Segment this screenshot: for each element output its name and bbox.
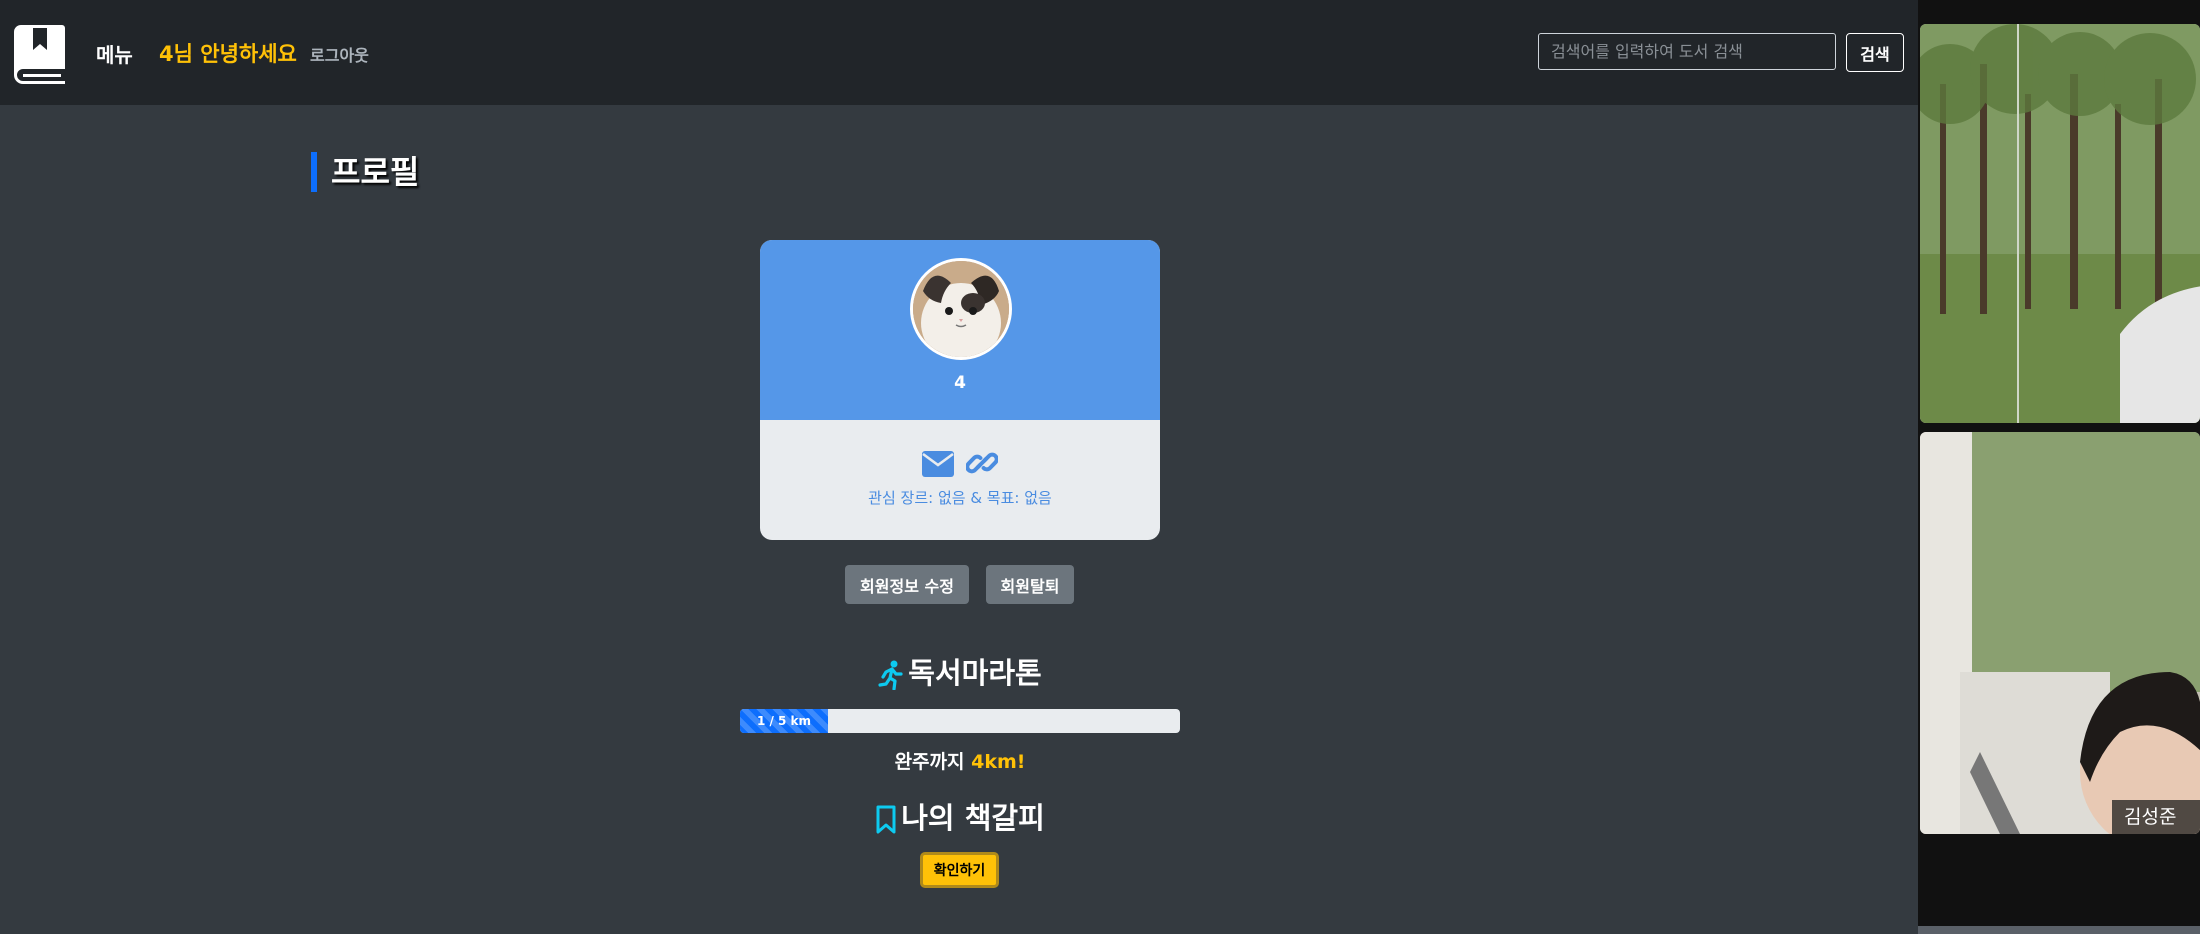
bookmark-heading: 나의 책갈피: [760, 795, 1160, 837]
edit-profile-button[interactable]: 회원정보 수정: [845, 565, 969, 604]
video-tile-1[interactable]: [1920, 24, 2200, 423]
video-tile-2[interactable]: 김성준: [1920, 432, 2200, 834]
bookmark-confirm-button[interactable]: 확인하기: [920, 852, 999, 888]
link-icon[interactable]: [966, 447, 998, 479]
participant-name-tag: 김성준: [2112, 800, 2200, 834]
nav-greeting: 4님 안녕하세요: [159, 42, 297, 66]
remain-value: 4km!: [971, 751, 1026, 773]
running-person-icon: [878, 660, 903, 691]
profile-card: 4 관심 장르: 없음 & 목표: 없음: [760, 240, 1160, 540]
profile-info: 관심 장르: 없음 & 목표: 없음: [868, 489, 1052, 507]
profile-username: 4: [954, 373, 966, 393]
video-panel-strip: [1918, 926, 2200, 934]
video-call-panel: 김성준: [1918, 0, 2200, 934]
envelope-icon[interactable]: [922, 451, 954, 477]
book-bookmark-icon[interactable]: [11, 22, 67, 84]
profile-contact-icons: [920, 447, 1000, 479]
marathon-title: 독서마라톤: [908, 656, 1042, 690]
logout-link[interactable]: 로그아웃: [310, 42, 369, 66]
search-button[interactable]: 검색: [1846, 33, 1904, 72]
bookmark-title: 나의 책갈피: [901, 801, 1045, 835]
avatar: [910, 258, 1012, 360]
app-main: 메뉴 4님 안녕하세요 로그아웃 검색 프로필 4: [0, 0, 1918, 934]
marathon-heading: 독서마라톤: [760, 650, 1160, 692]
remain-prefix: 완주까지: [894, 751, 972, 773]
top-navbar: 메뉴 4님 안녕하세요 로그아웃 검색: [0, 0, 1918, 105]
search-input[interactable]: [1538, 33, 1836, 70]
nav-menu-link[interactable]: 메뉴: [96, 39, 133, 68]
bookmark-icon: [876, 805, 896, 834]
profile-card-header: 4: [760, 240, 1160, 420]
marathon-remaining: 완주까지 4km!: [760, 747, 1160, 774]
marathon-progress-bar: 1 / 5 km: [740, 709, 828, 733]
marathon-progress: 1 / 5 km: [740, 709, 1180, 733]
withdraw-button[interactable]: 회원탈퇴: [986, 565, 1074, 604]
page-title: 프로필: [311, 152, 419, 192]
